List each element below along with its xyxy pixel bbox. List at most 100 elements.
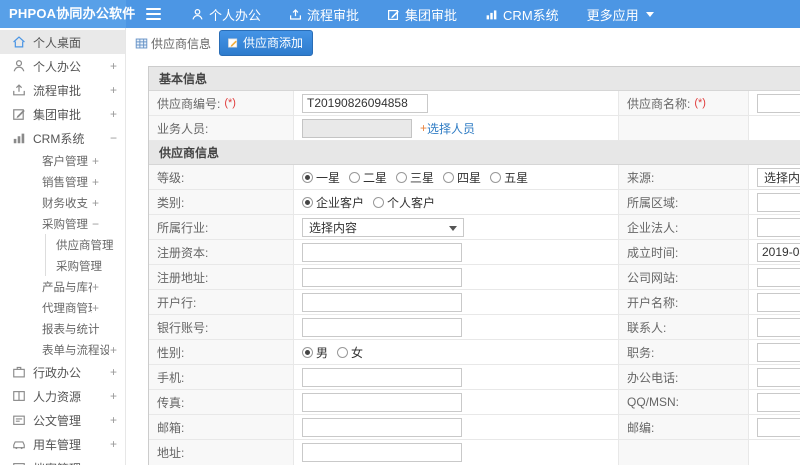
expand-toggle[interactable]: + — [92, 281, 99, 293]
expand-toggle[interactable]: + — [92, 197, 99, 209]
expand-toggle[interactable]: + — [110, 366, 117, 378]
registered-address-input[interactable] — [302, 267, 462, 287]
supplier-name-input[interactable] — [757, 93, 800, 113]
fax-input[interactable] — [302, 392, 462, 412]
radio-icon[interactable] — [302, 196, 313, 208]
radio-icon[interactable] — [337, 346, 349, 358]
expand-toggle[interactable]: + — [92, 176, 99, 188]
topnav-more-apps[interactable]: 更多应用 — [587, 5, 654, 24]
radio-icon[interactable] — [302, 171, 313, 183]
registered-capital-input[interactable] — [302, 242, 462, 262]
topnav-personal-office[interactable]: 个人办公 — [191, 5, 261, 24]
top-nav: 个人办公 流程审批 集团审批 CRM系统 更多应用 — [191, 5, 654, 24]
sidebar-item-vehicle-mgmt[interactable]: 用车管理 + — [0, 432, 125, 456]
contact-person-input[interactable] — [757, 317, 800, 337]
sidebar-item-supplier-mgmt[interactable]: 供应商管理 — [0, 234, 125, 255]
sidebar-item-sales-mgmt[interactable]: 销售管理 + — [0, 171, 125, 192]
sidebar-item-customer-mgmt[interactable]: 客户管理 + — [0, 150, 125, 171]
qq-msn-input[interactable] — [757, 392, 800, 412]
radio-icon[interactable] — [373, 196, 385, 208]
tab-supplier-add[interactable]: 供应商添加 — [219, 30, 314, 56]
expand-toggle[interactable]: + — [110, 108, 117, 120]
collapse-toggle[interactable]: − — [110, 132, 117, 144]
form-row: 所属行业: 选择内容 企业法人: — [149, 215, 800, 240]
zip-code-input[interactable] — [757, 417, 800, 437]
account-name-input[interactable] — [757, 292, 800, 312]
sidebar-item-archive-mgmt[interactable]: 档案管理 + — [0, 456, 125, 465]
topnav-crm-system[interactable]: CRM系统 — [485, 5, 559, 24]
office-phone-label: 办公电话: — [619, 365, 749, 389]
required-mark: (*) — [694, 97, 706, 109]
radio-icon[interactable] — [349, 171, 361, 183]
form-row: 邮箱: 邮编: — [149, 415, 800, 440]
expand-toggle[interactable]: + — [92, 155, 99, 167]
expand-toggle[interactable]: + — [110, 344, 117, 356]
bank-account-input[interactable] — [302, 317, 462, 337]
sidebar-item-finance[interactable]: 财务收支 + — [0, 192, 125, 213]
expand-toggle[interactable]: + — [110, 414, 117, 426]
topnav-group-approval[interactable]: 集团审批 — [387, 5, 457, 24]
radio-option[interactable]: 个人客户 — [373, 194, 435, 211]
collapse-toggle[interactable]: − — [92, 218, 99, 230]
sidebar-item-crm-system[interactable]: CRM系统 − — [0, 126, 125, 150]
empty-label-cell — [619, 440, 749, 465]
sidebar-item-workflow-approval[interactable]: 流程审批 + — [0, 78, 125, 102]
supplier-code-input[interactable] — [302, 93, 428, 113]
radio-option[interactable]: 二星 — [349, 169, 387, 186]
founded-date-input[interactable] — [757, 242, 800, 262]
car-icon — [12, 437, 26, 451]
sidebar-item-hr[interactable]: 人力资源 + — [0, 384, 125, 408]
share-up-icon — [289, 8, 302, 21]
business-staff-input[interactable] — [302, 118, 412, 138]
sidebar-item-reports-stats[interactable]: 报表与统计 — [0, 318, 125, 339]
radio-icon[interactable] — [443, 171, 455, 183]
region-input[interactable] — [757, 192, 800, 212]
radio-option[interactable]: 三星 — [396, 169, 434, 186]
app-logo: PHPOA协同办公软件 — [0, 0, 135, 28]
radio-icon[interactable] — [490, 171, 502, 183]
topnav-workflow-approval[interactable]: 流程审批 — [289, 5, 359, 24]
sidebar-item-form-flow-settings[interactable]: 表单与流程设置 + — [0, 339, 125, 360]
radio-option[interactable]: 五星 — [490, 169, 528, 186]
legal-person-input[interactable] — [757, 217, 800, 237]
sidebar-item-admin-office[interactable]: 行政办公 + — [0, 360, 125, 384]
form-row: 等级: 一星 二星 三星 四星 五星 来源: 选择内容 — [149, 165, 800, 190]
form-row: 注册资本: 成立时间: — [149, 240, 800, 265]
grade-radio-group: 一星 二星 三星 四星 五星 — [294, 165, 619, 189]
sidebar-item-product-inventory[interactable]: 产品与库存 + — [0, 276, 125, 297]
radio-option[interactable]: 一星 — [302, 169, 340, 186]
radio-icon[interactable] — [302, 346, 313, 358]
sidebar-item-group-approval[interactable]: 集团审批 + — [0, 102, 125, 126]
table-grid-icon — [135, 37, 148, 50]
home-icon — [12, 35, 26, 49]
industry-select[interactable]: 选择内容 — [302, 217, 464, 237]
choose-staff-link[interactable]: 选择人员 — [427, 120, 475, 137]
mobile-input[interactable] — [302, 367, 462, 387]
radio-icon[interactable] — [396, 171, 408, 183]
sidebar-item-personal-desktop[interactable]: 个人桌面 — [0, 30, 125, 54]
expand-toggle[interactable]: + — [110, 390, 117, 402]
sidebar-item-personal-office[interactable]: 个人办公 + — [0, 54, 125, 78]
expand-toggle[interactable]: + — [110, 84, 117, 96]
sidebar-item-purchase-mgmt[interactable]: 采购管理 − — [0, 213, 125, 234]
radio-option[interactable]: 企业客户 — [302, 194, 364, 211]
tab-supplier-list[interactable]: 供应商信息 — [135, 35, 211, 52]
sidebar-item-agent-mgmt[interactable]: 代理商管理 + — [0, 297, 125, 318]
expand-toggle[interactable]: + — [110, 438, 117, 450]
office-phone-input[interactable] — [757, 367, 800, 387]
radio-option[interactable]: 四星 — [443, 169, 481, 186]
menu-toggle-icon[interactable] — [146, 8, 161, 20]
expand-toggle[interactable]: + — [110, 60, 117, 72]
radio-option[interactable]: 男 — [302, 344, 328, 361]
form-row: 开户行: 开户名称: — [149, 290, 800, 315]
company-website-input[interactable] — [757, 267, 800, 287]
position-input[interactable] — [757, 342, 800, 362]
expand-toggle[interactable]: + — [92, 302, 99, 314]
sidebar-item-document-mgmt[interactable]: 公文管理 + — [0, 408, 125, 432]
radio-option[interactable]: 女 — [337, 344, 363, 361]
address-input[interactable] — [302, 443, 462, 462]
source-select[interactable]: 选择内容 — [757, 167, 800, 187]
sidebar-item-purchasing[interactable]: 采购管理 — [0, 255, 125, 276]
bank-branch-input[interactable] — [302, 292, 462, 312]
email-input[interactable] — [302, 417, 462, 437]
